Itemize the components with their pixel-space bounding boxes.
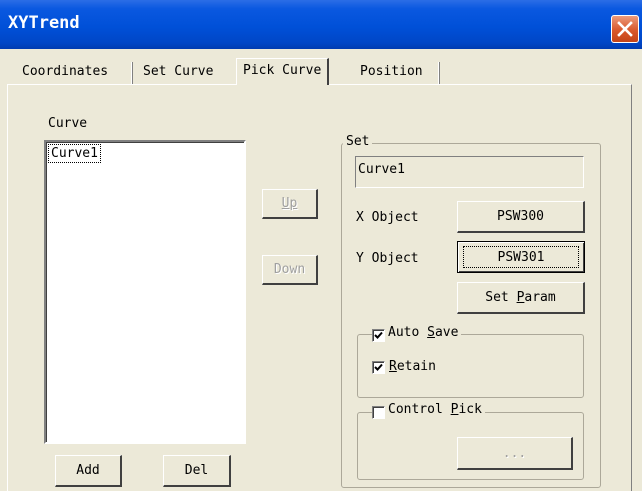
list-item[interactable]: Curve1 [48,144,101,163]
y-object-label: Y Object [356,251,419,266]
del-button[interactable]: Del [163,455,231,487]
control-pick-checkbox[interactable] [372,406,385,419]
set-param-button[interactable]: Set Param [457,282,585,314]
close-icon [617,21,633,37]
tab-divider [438,62,440,84]
tab-position[interactable]: Position [354,61,429,83]
tab-pick-curve[interactable]: Pick Curve [236,58,330,85]
pick-browse-button[interactable]: ... [457,437,573,470]
checkmark-icon [374,331,383,339]
tab-coordinates[interactable]: Coordinates [16,61,114,83]
checkmark-icon [374,363,383,371]
control-pick-label[interactable]: Control Pick [385,402,485,417]
title-bar[interactable]: XYTrend [0,0,642,49]
down-button-label: Down [273,262,306,277]
retain-checkbox[interactable] [372,361,385,374]
curve-listbox[interactable]: Curve1 [44,140,246,444]
curve-label: Curve [48,116,88,131]
up-button[interactable]: Up [262,189,318,219]
del-button-label: Del [184,463,209,478]
add-button-label: Add [76,463,100,478]
pick-browse-label: ... [502,445,527,461]
auto-save-checkbox[interactable] [372,329,385,342]
close-button[interactable] [611,15,639,43]
retain-label[interactable]: Retain [389,359,436,374]
x-object-button[interactable]: PSW300 [457,201,585,233]
add-button[interactable]: Add [55,455,122,487]
xytrend-dialog: XYTrend Coordinates Set Curve Pick Curve… [0,0,642,491]
x-object-label: X Object [356,210,419,225]
tab-set-curve[interactable]: Set Curve [137,61,219,83]
focus-ring [463,246,579,268]
x-object-value: PSW300 [497,209,544,224]
set-param-label: Set Param [485,290,556,305]
set-group-legend: Set [343,134,373,149]
curve-name-field: Curve1 [355,156,584,188]
down-button[interactable]: Down [262,255,318,285]
auto-save-label[interactable]: Auto Save [385,325,462,340]
up-button-label: Up [281,196,298,211]
tab-divider [131,62,133,84]
y-object-button[interactable]: PSW301 [457,241,585,273]
window-title: XYTrend [8,13,80,33]
